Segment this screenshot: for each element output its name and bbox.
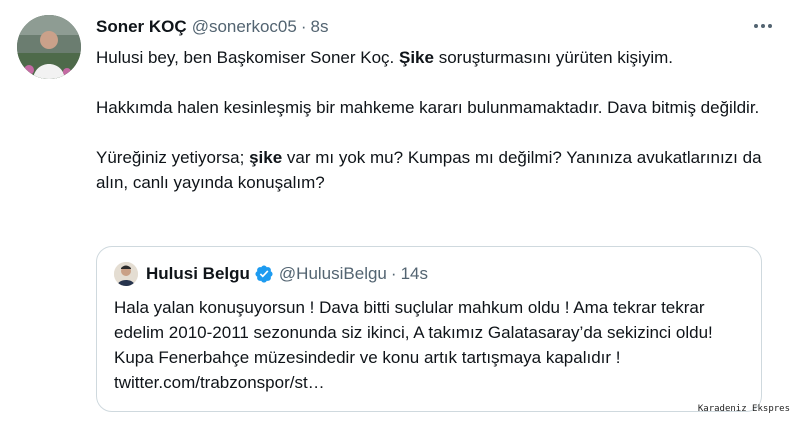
text-segment: Yüreğiniz yetiyorsa; — [96, 148, 250, 167]
highlight-term: şike — [249, 148, 283, 167]
verified-badge-icon — [254, 264, 274, 284]
tweet-text: Hulusi bey, ben Başkomiser Soner Koç. Şi… — [96, 45, 771, 195]
quoted-author-name[interactable]: Hulusi Belgu — [146, 264, 250, 284]
timestamp[interactable]: 8s — [311, 17, 329, 37]
more-options-icon[interactable] — [751, 14, 775, 38]
avatar-photo — [17, 15, 81, 79]
author-handle[interactable]: @sonerkoc05 — [192, 17, 297, 37]
quoted-avatar[interactable] — [114, 262, 138, 286]
tweet-line-1: Hulusi bey, ben Başkomiser Soner Koç. Şi… — [96, 45, 771, 70]
quoted-avatar-photo — [114, 262, 138, 286]
separator-dot: · — [300, 17, 307, 36]
highlight-term: Şike — [399, 48, 434, 67]
text-segment: soruşturmasını yürüten kişiyim. — [433, 48, 673, 67]
author-name[interactable]: Soner KOÇ — [96, 17, 187, 37]
quoted-tweet-text: Hala yalan konuşuyorsun ! Dava bitti suç… — [114, 298, 713, 392]
quoted-tweet-header: Hulusi Belgu @HulusiBelgu · 14s — [114, 261, 428, 287]
quoted-timestamp[interactable]: 14s — [401, 264, 428, 284]
avatar[interactable] — [17, 15, 81, 79]
tweet-paragraph-2: Hakkımda halen kesinleşmiş bir mahkeme k… — [96, 98, 760, 117]
quoted-author-handle[interactable]: @HulusiBelgu — [279, 264, 387, 284]
quoted-tweet[interactable]: Hulusi Belgu @HulusiBelgu · 14s Hala yal… — [96, 246, 762, 412]
tweet-paragraph-3: Yüreğiniz yetiyorsa; şike var mı yok mu?… — [96, 145, 771, 195]
watermark: Karadeniz Ekspres — [697, 404, 790, 414]
text-segment: Hulusi bey, ben Başkomiser Soner Koç. — [96, 48, 399, 67]
tweet-header: Soner KOÇ @sonerkoc05 · 8s — [96, 15, 328, 39]
separator-dot: · — [390, 264, 397, 283]
